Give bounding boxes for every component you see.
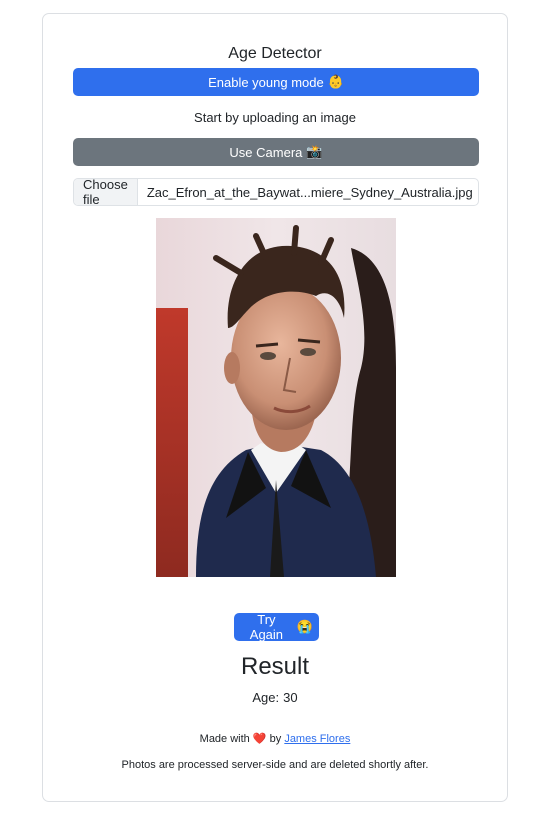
privacy-note: Photos are processed server-side and are… — [121, 759, 429, 771]
enable-young-mode-button[interactable]: Enable young mode 👶 — [73, 68, 479, 96]
age-result: Age: 30 — [43, 690, 507, 705]
by-text: by — [269, 733, 282, 745]
camera-icon: 📸 — [306, 144, 323, 159]
made-with-text: Made with — [199, 733, 250, 745]
result-heading: Result — [240, 653, 310, 680]
try-again-label: Try Again — [249, 612, 284, 642]
crying-face-icon: 😭 — [296, 619, 313, 634]
baby-icon: 👶 — [327, 74, 344, 89]
age-value: 30 — [283, 690, 298, 705]
try-again-button[interactable]: Try Again 😭 — [234, 612, 319, 642]
upload-hint: Start by uploading an image — [194, 110, 356, 125]
heart-icon: ❤️ — [252, 733, 267, 745]
camera-label: Use Camera — [229, 144, 303, 160]
page-title: Age Detector — [228, 45, 322, 62]
selected-file-name: Zac_Efron_at_the_Baywat...miere_Sydney_A… — [146, 184, 473, 200]
main-card: Age Detector Enable young mode 👶 Start b… — [42, 13, 508, 802]
file-upload-input[interactable]: Choose file Zac_Efron_at_the_Baywat...mi… — [73, 178, 479, 206]
choose-file-button[interactable]: Choose file — [74, 179, 138, 205]
young-mode-label: Enable young mode — [208, 74, 324, 90]
uploaded-photo — [156, 218, 396, 577]
age-label: Age: — [252, 690, 280, 705]
made-with-credit: Made with ❤️ by James Flores — [43, 732, 507, 745]
author-link[interactable]: James Flores — [284, 733, 350, 745]
use-camera-button[interactable]: Use Camera 📸 — [73, 138, 479, 166]
